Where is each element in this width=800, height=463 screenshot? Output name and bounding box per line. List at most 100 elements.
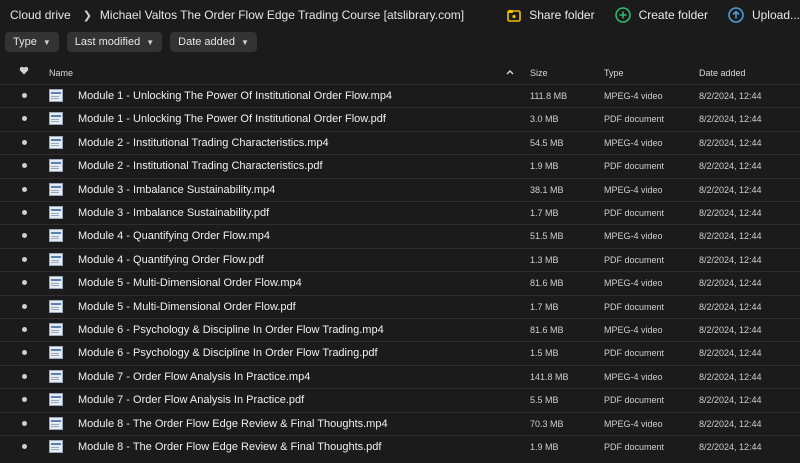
file-type: MPEG-4 video xyxy=(604,278,663,289)
row-dot-icon xyxy=(22,93,27,98)
file-size: 81.6 MB xyxy=(530,325,564,335)
share-folder-button[interactable]: Share folder xyxy=(507,8,595,22)
file-name[interactable]: Module 8 - The Order Flow Edge Review & … xyxy=(78,418,388,430)
file-size: 141.8 MB xyxy=(530,371,569,382)
file-type: MPEG-4 video xyxy=(604,91,663,101)
table-row[interactable]: Module 5 - Multi-Dimensional Order Flow.… xyxy=(0,294,800,318)
file-name[interactable]: Module 6 - Psychology & Discipline In Or… xyxy=(78,324,384,336)
table-row[interactable]: Module 7 - Order Flow Analysis In Practi… xyxy=(0,364,800,388)
column-size[interactable]: Size xyxy=(530,68,548,78)
file-size: 3.0 MB xyxy=(530,114,559,125)
file-name[interactable]: Module 8 - The Order Flow Edge Review & … xyxy=(78,441,381,453)
heart-icon[interactable] xyxy=(19,66,29,77)
column-name[interactable]: Name xyxy=(49,68,73,78)
file-size: 1.3 MB xyxy=(530,254,559,265)
row-dot-icon xyxy=(22,420,27,426)
row-dot-icon xyxy=(22,350,27,356)
breadcrumb-root[interactable]: Cloud drive xyxy=(10,8,71,22)
file-thumbnail-icon xyxy=(49,369,63,383)
row-dot-icon xyxy=(22,186,27,192)
file-thumbnail-icon xyxy=(49,89,63,102)
filter-type[interactable]: Type ▼ xyxy=(5,32,59,52)
file-name[interactable]: Module 7 - Order Flow Analysis In Practi… xyxy=(78,394,304,406)
filter-bar: Type ▼ Last modified ▼ Date added ▼ xyxy=(5,32,265,52)
table-row[interactable]: Module 3 - Imbalance Sustainability.mp4 3… xyxy=(0,177,800,201)
table-row[interactable]: Module 8 - The Order Flow Edge Review & … xyxy=(0,435,800,458)
file-name[interactable]: Module 6 - Psychology & Discipline In Or… xyxy=(78,347,378,359)
file-date-added: 8/2/2024, 12:44 xyxy=(699,208,762,218)
file-date-added: 8/2/2024, 12:44 xyxy=(699,91,762,101)
table-row[interactable]: Module 6 - Psychology & Discipline In Or… xyxy=(0,341,800,364)
table-row[interactable]: Module 1 - Unlocking The Power Of Instit… xyxy=(0,107,800,130)
file-type: PDF document xyxy=(604,348,665,359)
file-name[interactable]: Module 7 - Order Flow Analysis In Practi… xyxy=(78,371,310,383)
breadcrumb: Cloud drive ❯ Michael Valtos The Order F… xyxy=(0,8,464,22)
file-name[interactable]: Module 1 - Unlocking The Power Of Instit… xyxy=(78,113,386,125)
file-name[interactable]: Module 2 - Institutional Trading Charact… xyxy=(78,160,323,172)
file-thumbnail-icon xyxy=(49,206,63,219)
file-thumbnail-icon xyxy=(49,276,63,290)
table-row[interactable]: Module 2 - Institutional Trading Charact… xyxy=(0,154,800,177)
row-dot-icon xyxy=(22,163,27,169)
file-name[interactable]: Module 2 - Institutional Trading Charact… xyxy=(78,137,329,149)
file-thumbnail-icon xyxy=(49,323,63,336)
table-row[interactable]: Module 5 - Multi-Dimensional Order Flow.… xyxy=(0,271,800,294)
file-date-added: 8/2/2024, 12:44 xyxy=(699,348,762,359)
chevron-right-icon: ❯ xyxy=(82,9,92,22)
table-row[interactable]: Module 4 - Quantifying Order Flow.mp4 51.… xyxy=(0,224,800,247)
file-date-added: 8/2/2024, 12:44 xyxy=(699,418,762,429)
file-type: PDF document xyxy=(604,114,665,125)
column-type[interactable]: Type xyxy=(604,68,624,78)
filter-date-added-label: Date added xyxy=(178,36,236,48)
file-date-added: 8/2/2024, 12:44 xyxy=(699,395,762,406)
filter-type-label: Type xyxy=(13,36,37,48)
file-name[interactable]: Module 3 - Imbalance Sustainability.pdf xyxy=(78,207,269,219)
table-row[interactable]: Module 8 - The Order Flow Edge Review & … xyxy=(0,411,800,435)
file-size: 38.1 MB xyxy=(530,184,564,195)
table-row[interactable]: Module 4 - Quantifying Order Flow.pdf 1.3… xyxy=(0,247,800,271)
file-type: PDF document xyxy=(604,208,665,218)
file-date-added: 8/2/2024, 12:44 xyxy=(699,254,762,265)
file-date-added: 8/2/2024, 12:44 xyxy=(699,325,762,335)
file-name[interactable]: Module 5 - Multi-Dimensional Order Flow.… xyxy=(78,301,296,313)
column-date-added[interactable]: Date added xyxy=(699,68,746,78)
plus-circle-icon xyxy=(614,7,631,23)
row-dot-icon xyxy=(22,327,27,332)
file-thumbnail-icon xyxy=(49,299,63,313)
file-name[interactable]: Module 4 - Quantifying Order Flow.mp4 xyxy=(78,230,270,242)
upload-button[interactable]: Upload... xyxy=(728,7,800,23)
table-row[interactable]: Module 3 - Imbalance Sustainability.pdf 1… xyxy=(0,201,800,224)
filter-date-added[interactable]: Date added ▼ xyxy=(170,32,257,52)
file-name[interactable]: Module 3 - Imbalance Sustainability.mp4 xyxy=(78,184,275,196)
row-dot-icon xyxy=(22,303,27,309)
table-row[interactable]: Module 2 - Institutional Trading Charact… xyxy=(0,130,800,154)
file-type: MPEG-4 video xyxy=(604,184,663,195)
file-thumbnail-icon xyxy=(49,440,63,453)
row-dot-icon xyxy=(22,210,27,215)
filter-last-modified-label: Last modified xyxy=(74,36,141,48)
file-type: PDF document xyxy=(604,254,665,265)
file-date-added: 8/2/2024, 12:44 xyxy=(699,137,762,148)
share-folder-icon xyxy=(507,9,522,22)
file-name[interactable]: Module 1 - Unlocking The Power Of Instit… xyxy=(78,90,392,102)
file-name[interactable]: Module 4 - Quantifying Order Flow.pdf xyxy=(78,254,264,266)
chevron-down-icon: ▼ xyxy=(146,37,155,47)
upload-label: Upload... xyxy=(751,8,800,22)
create-folder-button[interactable]: Create folder xyxy=(614,7,708,23)
file-thumbnail-icon xyxy=(49,416,63,430)
breadcrumb-folder[interactable]: Michael Valtos The Order Flow Edge Tradi… xyxy=(100,8,464,22)
table-row[interactable]: Module 6 - Psychology & Discipline In Or… xyxy=(0,318,800,341)
file-size: 111.8 MB xyxy=(530,91,568,101)
table-header: Name Size Type Date added xyxy=(0,63,800,84)
table-row[interactable]: Module 1 - Unlocking The Power Of Instit… xyxy=(0,84,800,107)
file-name[interactable]: Module 5 - Multi-Dimensional Order Flow.… xyxy=(78,277,302,289)
file-thumbnail-icon xyxy=(49,393,63,407)
row-dot-icon xyxy=(22,397,27,403)
chevron-down-icon: ▼ xyxy=(241,37,249,47)
row-dot-icon xyxy=(22,256,27,262)
caret-up-icon[interactable] xyxy=(506,67,514,77)
file-size: 1.5 MB xyxy=(530,348,559,359)
filter-last-modified[interactable]: Last modified ▼ xyxy=(66,32,163,52)
file-size: 1.9 MB xyxy=(530,442,559,452)
table-row[interactable]: Module 7 - Order Flow Analysis In Practi… xyxy=(0,388,800,411)
